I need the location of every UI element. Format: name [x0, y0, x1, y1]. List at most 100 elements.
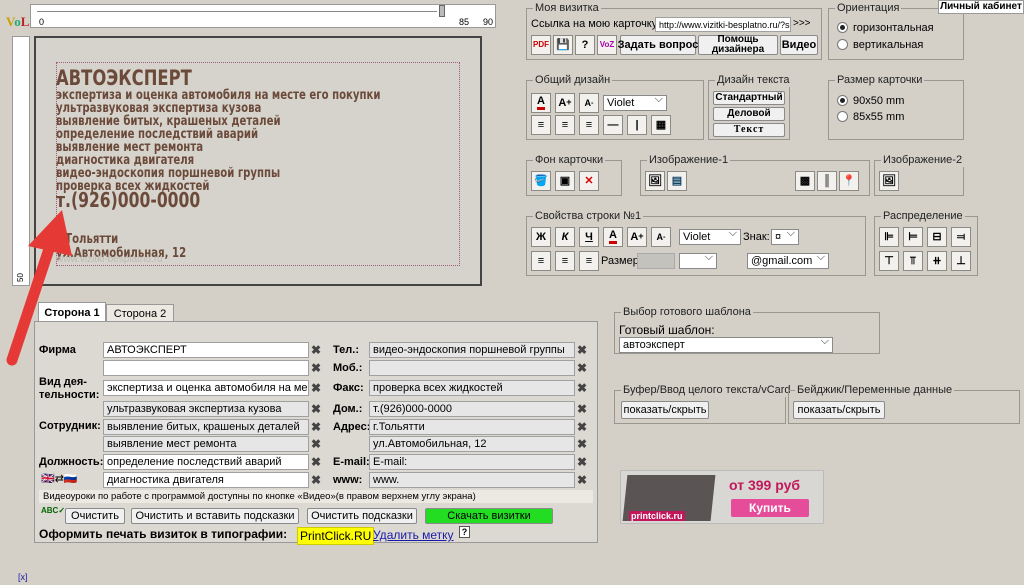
clear-fax-icon[interactable]: ✖ — [577, 381, 587, 395]
align-left-icon[interactable]: ≡ — [531, 115, 551, 135]
help-doc-icon[interactable]: ? — [575, 35, 595, 55]
line-align-center-icon[interactable]: ≡ — [555, 251, 575, 271]
printclick-ad-banner[interactable]: printclick.ru от 399 руб Купить — [620, 470, 824, 524]
dist-top2-icon[interactable]: ⫪ — [903, 251, 923, 271]
size-85x55-radio[interactable] — [837, 111, 848, 122]
email-domain-select[interactable]: @gmail.com — [747, 253, 829, 269]
email-input[interactable]: E-mail: — [369, 454, 575, 470]
card-preview[interactable]: АВТОЭКСПЕРТ экспертиза и оценка автомоби… — [34, 36, 482, 286]
activity-input-2[interactable]: ультразвуковая экспертиза кузова — [103, 401, 309, 417]
size-90x50-radio[interactable] — [837, 95, 848, 106]
style-text-button[interactable]: Текст — [713, 123, 785, 137]
bg-remove-icon[interactable]: ✕ — [579, 171, 599, 191]
vline-icon[interactable]: | — [627, 115, 647, 135]
align-right-icon[interactable]: ≡ — [579, 115, 599, 135]
download-cards-button[interactable]: Скачать визитки — [425, 508, 553, 524]
dist-left2-icon[interactable]: ⊨ — [903, 227, 923, 247]
dist-right-icon[interactable]: ⫤ — [951, 227, 971, 247]
italic-button[interactable]: К — [555, 227, 575, 247]
orientation-vertical-radio[interactable] — [837, 39, 848, 50]
bold-button[interactable]: Ж — [531, 227, 551, 247]
font-color-icon[interactable]: A — [531, 93, 551, 113]
dist-left-icon[interactable]: ⊫ — [879, 227, 899, 247]
map-pin-icon[interactable]: 📍 — [839, 171, 859, 191]
printclick-link[interactable]: PrintClick.RU — [297, 527, 375, 545]
flag-toggle-icon[interactable]: 🇬🇧⇄🇷🇺 — [41, 472, 101, 486]
clear-www-icon[interactable]: ✖ — [577, 473, 587, 487]
line-align-right-icon[interactable]: ≡ — [579, 251, 599, 271]
theme-select[interactable]: Violet — [603, 95, 667, 111]
buffer-toggle-button[interactable]: показать/скрыть — [621, 401, 709, 419]
clear-email-icon[interactable]: ✖ — [577, 455, 587, 469]
spellcheck-icon[interactable]: ABC✓ — [41, 506, 65, 524]
barcode-icon[interactable]: ║ — [817, 171, 837, 191]
personal-cabinet-link[interactable]: Личный кабинет — [938, 0, 1024, 14]
remove-mark-link[interactable]: Удалить метку — [373, 528, 454, 542]
firm-input[interactable]: АВТОЭКСПЕРТ — [103, 342, 309, 358]
ad-buy-button[interactable]: Купить — [731, 499, 809, 517]
style-standard-button[interactable]: Стандартный — [713, 91, 785, 105]
fax-input[interactable]: проверка всех жидкостей — [369, 380, 575, 396]
clear-insert-hints-button[interactable]: Очистить и вставить подсказки — [131, 508, 299, 524]
line-font-decrease-icon[interactable]: A- — [651, 227, 671, 247]
image1-gallery-icon[interactable]: ▤ — [667, 171, 687, 191]
line-color-select[interactable]: Violet — [679, 229, 741, 245]
address-input-2[interactable]: ул.Автомобильная, 12 — [369, 436, 575, 452]
image2-upload-icon[interactable]: 🖼 — [879, 171, 899, 191]
clear-tel-icon[interactable]: ✖ — [577, 343, 587, 357]
ruler-handle[interactable] — [439, 5, 445, 17]
tab-side-1[interactable]: Сторона 1 — [38, 302, 106, 322]
link-field[interactable]: http://www.vizitki-besplatno.ru/?se — [655, 17, 791, 32]
clear-mob-icon[interactable]: ✖ — [577, 361, 587, 375]
card-company[interactable]: АВТОЭКСПЕРТ — [56, 66, 192, 90]
dist-bottom-icon[interactable]: ⊥ — [951, 251, 971, 271]
top-ruler[interactable]: 0 85 90 — [30, 4, 496, 28]
position-input-1[interactable]: определение последствий аварий — [103, 454, 309, 470]
mob-input[interactable] — [369, 360, 575, 376]
video-button[interactable]: Видео — [780, 35, 818, 55]
fill-bucket-icon[interactable]: 🪣 — [531, 171, 551, 191]
ask-question-button[interactable]: Задать вопрос — [618, 35, 698, 55]
size-field[interactable] — [637, 253, 675, 269]
clear-employee1-icon[interactable]: ✖ — [311, 420, 321, 434]
grid-icon[interactable]: ▦ — [651, 115, 671, 135]
size-select[interactable] — [679, 253, 717, 269]
www-input[interactable]: www. — [369, 472, 575, 488]
address-input-1[interactable]: г.Тольятти — [369, 419, 575, 435]
font-increase-icon[interactable]: A + — [555, 93, 575, 113]
qr-code-icon[interactable]: ▩ — [795, 171, 815, 191]
dist-middle-icon[interactable]: ⧺ — [927, 251, 947, 271]
style-business-button[interactable]: Деловой — [713, 107, 785, 121]
font-decrease-icon[interactable]: A- — [579, 93, 599, 113]
clear-button[interactable]: Очистить — [65, 508, 125, 524]
employee-input-1[interactable]: выявление битых, крашеных деталей — [103, 419, 309, 435]
activity-input-1[interactable]: экспертиза и оценка автомобиля на месте — [103, 380, 309, 396]
template-select[interactable]: автоэксперт — [619, 337, 833, 353]
underline-button[interactable]: Ч — [579, 227, 599, 247]
clear-home-icon[interactable]: ✖ — [577, 402, 587, 416]
badge-toggle-button[interactable]: показать/скрыть — [793, 401, 885, 419]
corner-close-link[interactable]: [x] — [18, 572, 28, 582]
clear-firm-icon[interactable]: ✖ — [311, 343, 321, 357]
bg-image-icon[interactable]: ▣ — [555, 171, 575, 191]
voz-icon[interactable]: VoZ — [597, 35, 617, 55]
clear-hints-button[interactable]: Очистить подсказки — [307, 508, 417, 524]
line-font-color-icon[interactable]: A — [603, 227, 623, 247]
clear-position1-icon[interactable]: ✖ — [311, 455, 321, 469]
line-font-increase-icon[interactable]: A + — [627, 227, 647, 247]
align-center-icon[interactable]: ≡ — [555, 115, 575, 135]
designer-help-button[interactable]: Помощь дизайнера — [698, 35, 778, 55]
image1-upload-icon[interactable]: 🖼 — [645, 171, 665, 191]
clear-activity1-icon[interactable]: ✖ — [311, 381, 321, 395]
link-more[interactable]: >>> — [793, 18, 811, 29]
clear-activity2-icon[interactable]: ✖ — [311, 402, 321, 416]
home-input[interactable]: т.(926)000-0000 — [369, 401, 575, 417]
tel-input[interactable]: видео-эндоскопия поршневой группы — [369, 342, 575, 358]
sign-select[interactable]: ¤ — [771, 229, 799, 245]
tab-side-2[interactable]: Сторона 2 — [106, 304, 174, 322]
orientation-horizontal-radio[interactable] — [837, 22, 848, 33]
clear-address1-icon[interactable]: ✖ — [577, 420, 587, 434]
firm-input-2[interactable] — [103, 360, 309, 376]
hline-icon[interactable]: — — [603, 115, 623, 135]
pdf-icon[interactable]: PDF — [531, 35, 551, 55]
